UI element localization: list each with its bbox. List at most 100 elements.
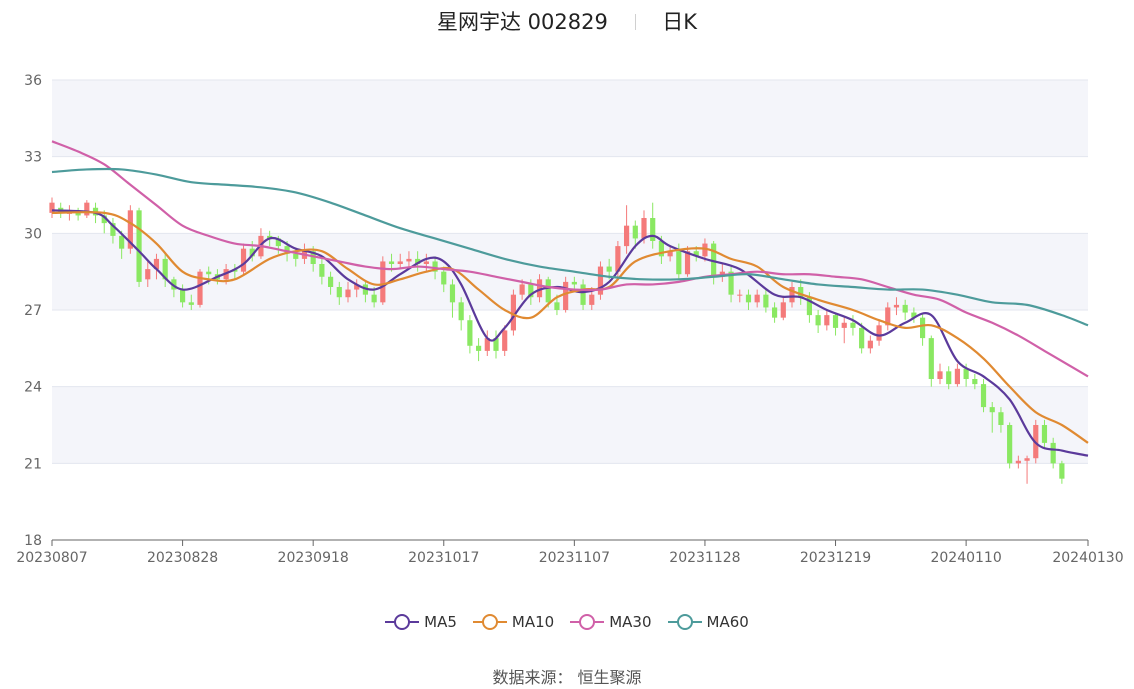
candle-body <box>815 315 821 326</box>
candle-body <box>179 289 186 303</box>
y-tick-label: 18 <box>24 533 42 549</box>
candle-body <box>449 284 456 303</box>
candle-body <box>824 315 830 326</box>
candle-body <box>388 261 395 264</box>
candle-body <box>832 315 839 328</box>
candle-body <box>502 330 508 351</box>
legend-marker-icon <box>472 614 507 630</box>
candle-body <box>980 384 987 408</box>
candle-body <box>972 379 978 385</box>
y-tick-label: 21 <box>24 456 42 472</box>
legend-label: MA60 <box>706 613 749 631</box>
candle-body <box>937 371 943 379</box>
candle-body <box>998 412 1004 425</box>
candle-body <box>1050 442 1056 464</box>
candle-body <box>780 302 786 318</box>
candle-body <box>1015 460 1021 464</box>
candle-body <box>475 345 482 351</box>
y-tick-label: 36 <box>24 73 42 89</box>
x-tick-label: 20231017 <box>408 550 479 566</box>
candle-body <box>145 269 151 280</box>
candle-body <box>136 210 142 282</box>
data-source: 数据来源： 恒生聚源 <box>492 668 642 687</box>
candle-body <box>589 294 595 305</box>
x-tick-label: 20231219 <box>800 550 871 566</box>
legend-marker-icon <box>570 614 605 630</box>
candle-body <box>563 281 569 310</box>
candle-body <box>580 284 586 305</box>
candle-body <box>876 325 882 341</box>
legend-item-ma5[interactable]: MA5 <box>385 612 457 632</box>
candle-body <box>963 368 969 379</box>
x-tick-label: 20230828 <box>147 550 218 566</box>
candle-body <box>371 294 377 303</box>
candle-body <box>293 253 299 259</box>
candle-body <box>554 302 560 310</box>
candle-body <box>893 304 900 308</box>
y-tick-label: 27 <box>24 303 42 319</box>
candlestick-chart: 18 21 24 27 30 33 36 20230807 20230828 20230918 20… <box>16 73 1123 566</box>
candle-body <box>119 235 125 249</box>
candle-body <box>771 307 778 318</box>
legend-item-ma30[interactable]: MA30 <box>570 612 652 632</box>
candle-body <box>737 294 743 296</box>
legend-label: MA5 <box>424 613 457 631</box>
x-tick-label: 20231107 <box>539 550 610 566</box>
x-tick-label: 20230807 <box>16 550 87 566</box>
candle-body <box>206 271 212 275</box>
candle-body <box>423 261 429 264</box>
legend-item-ma10[interactable]: MA10 <box>472 612 555 632</box>
candle-body <box>954 368 961 385</box>
candle-body <box>458 302 464 321</box>
candle-body <box>240 248 247 272</box>
candle-body <box>397 261 403 264</box>
candle-body <box>84 202 90 216</box>
x-tick-label: 20240110 <box>930 550 1001 566</box>
candle-body <box>902 304 908 313</box>
candle-body <box>841 322 847 328</box>
candle-body <box>623 225 630 247</box>
candle-body <box>745 294 752 303</box>
x-tick-label: 20230918 <box>278 550 349 566</box>
candle-body <box>850 322 856 328</box>
candle-body <box>641 218 647 239</box>
candle-body <box>467 320 473 346</box>
candle-body <box>545 279 551 303</box>
candle-body <box>345 289 351 298</box>
legend-marker-icon <box>385 614 420 630</box>
legend-label: MA30 <box>609 613 652 631</box>
x-tick-label: 20231128 <box>669 550 740 566</box>
grid-band <box>52 386 1088 464</box>
candle-body <box>928 338 934 379</box>
legend-marker-icon <box>667 614 702 630</box>
candle-body <box>919 317 926 339</box>
candle-body <box>632 225 638 239</box>
candle-body <box>606 266 612 272</box>
candle-body <box>1007 425 1013 464</box>
candle-body <box>867 340 873 349</box>
candle-body <box>441 271 447 285</box>
candle-body <box>406 258 412 262</box>
candle-body <box>188 302 194 305</box>
candle-body <box>327 276 334 287</box>
y-tick-label: 30 <box>24 226 42 242</box>
candle-body <box>676 251 682 275</box>
candle-body <box>859 327 865 349</box>
x-tick-label: 20240130 <box>1052 550 1123 566</box>
candle-body <box>754 294 760 303</box>
candle-body <box>763 294 769 308</box>
candle-body <box>571 281 577 285</box>
candle-body <box>519 284 525 295</box>
y-tick-label: 24 <box>24 380 42 396</box>
legend-label: MA10 <box>511 613 555 631</box>
legend-item-ma60[interactable]: MA60 <box>667 612 749 632</box>
candle-body <box>946 371 952 385</box>
candle-body <box>319 264 325 277</box>
legend: MA5 MA10 MA30 MA60 <box>0 612 1134 636</box>
candle-body <box>1024 458 1030 461</box>
candle-body <box>1059 463 1065 479</box>
candle-body <box>336 287 342 298</box>
grid-band <box>52 80 1088 157</box>
candle-body <box>650 218 656 241</box>
candle-body <box>1041 425 1048 443</box>
